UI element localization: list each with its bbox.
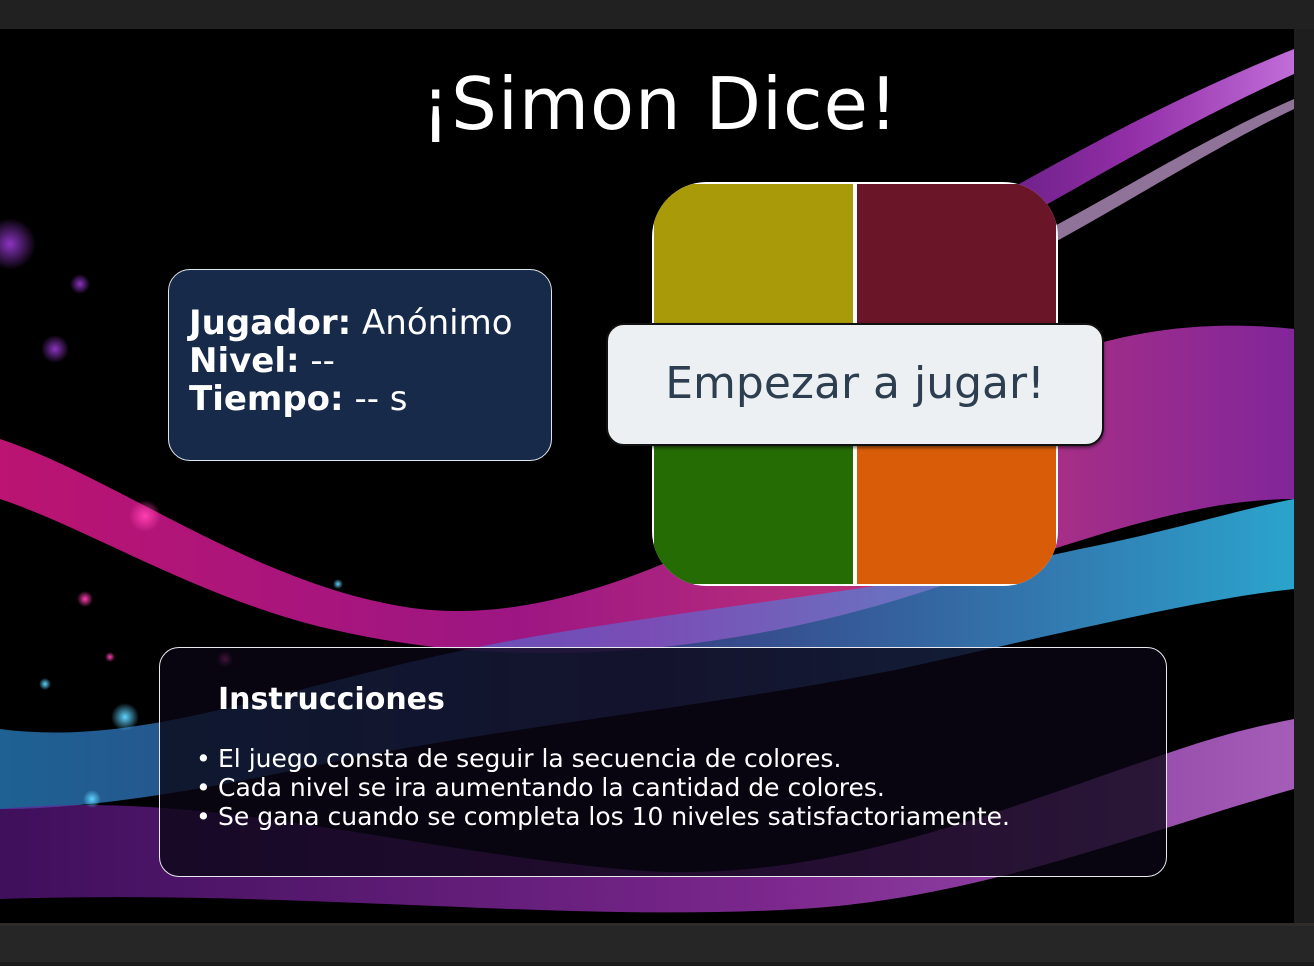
instruction-item: Se gana cuando se completa los 10 nivele…	[196, 802, 1010, 831]
player-label: Jugador:	[189, 303, 352, 343]
instruction-item: Cada nivel se ira aumentando la cantidad…	[196, 773, 1010, 802]
window-right-edge	[1294, 29, 1314, 925]
instructions-panel: Instrucciones El juego consta de seguir …	[159, 647, 1167, 877]
level-label: Nivel:	[189, 341, 300, 381]
player-value: Anónimo	[362, 303, 513, 343]
instruction-item: El juego consta de seguir la secuencia d…	[196, 744, 1010, 773]
level-value: --	[310, 341, 335, 381]
game-stage: ¡Simon Dice! Jugador: Anónimo Nivel: -- …	[0, 29, 1294, 923]
player-row: Jugador: Anónimo	[189, 304, 551, 342]
time-label: Tiempo:	[189, 379, 344, 419]
instructions-list: El juego consta de seguir la secuencia d…	[196, 744, 1010, 831]
window-top-bar	[0, 0, 1314, 29]
level-row: Nivel: --	[189, 342, 551, 380]
game-title: ¡Simon Dice!	[421, 62, 899, 146]
time-value: -- s	[354, 379, 408, 419]
start-game-button[interactable]: Empezar a jugar!	[606, 323, 1104, 446]
instructions-heading: Instrucciones	[218, 682, 445, 717]
bottom-strip	[0, 962, 1314, 966]
window-bottom-bar	[0, 923, 1314, 966]
time-row: Tiempo: -- s	[189, 380, 551, 418]
player-status-panel: Jugador: Anónimo Nivel: -- Tiempo: -- s	[168, 269, 552, 461]
